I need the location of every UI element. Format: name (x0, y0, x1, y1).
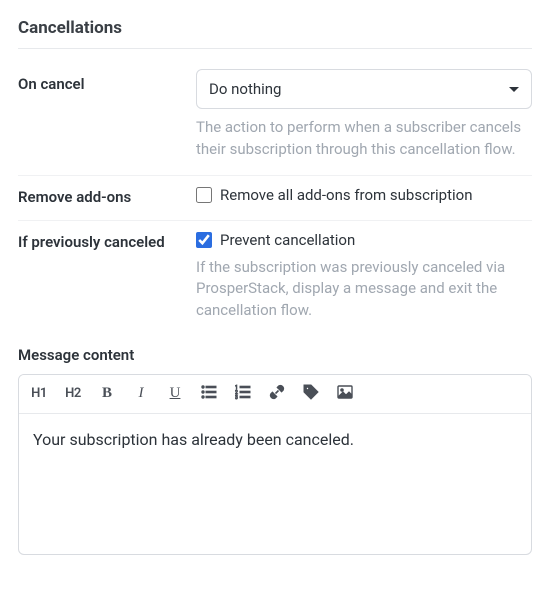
toolbar-italic-button[interactable]: I (131, 383, 151, 405)
toolbar-bold-button[interactable]: B (97, 383, 117, 405)
toolbar-tag-button[interactable] (301, 383, 321, 405)
remove-addons-checkbox-label[interactable]: Remove all add-ons from subscription (196, 182, 532, 204)
row-on-cancel: On cancel Do nothing The action to perfo… (18, 63, 532, 176)
prev-canceled-help: If the subscription was previously cance… (196, 257, 532, 322)
message-content-label: Message content (18, 346, 532, 364)
toolbar-bullet-list-button[interactable] (199, 383, 219, 405)
on-cancel-select-value: Do nothing (209, 80, 281, 98)
image-icon (337, 384, 353, 404)
ordered-list-icon: 123 (235, 384, 251, 404)
svg-text:3: 3 (235, 395, 238, 400)
toolbar-ordered-list-button[interactable]: 123 (233, 383, 253, 405)
prevent-cancel-checkbox[interactable] (196, 232, 212, 248)
toolbar-h2-button[interactable]: H2 (63, 383, 83, 405)
prev-canceled-label: If previously canceled (18, 227, 196, 251)
tag-icon (303, 384, 319, 404)
prevent-cancel-checkbox-text: Prevent cancellation (220, 231, 355, 249)
caret-down-icon (509, 87, 519, 92)
on-cancel-label: On cancel (18, 69, 196, 93)
divider (18, 48, 532, 49)
link-icon (269, 384, 285, 404)
toolbar-link-button[interactable] (267, 383, 287, 405)
toolbar-image-button[interactable] (335, 383, 355, 405)
on-cancel-help: The action to perform when a subscriber … (196, 117, 532, 161)
bullet-list-icon (201, 384, 217, 404)
editor-toolbar: H1 H2 B I U 123 (19, 375, 531, 414)
toolbar-underline-button[interactable]: U (165, 383, 185, 405)
message-editor: H1 H2 B I U 123 (18, 374, 532, 555)
remove-addons-checkbox-text: Remove all add-ons from subscription (220, 186, 473, 204)
remove-addons-label: Remove add-ons (18, 182, 196, 206)
on-cancel-select[interactable]: Do nothing (196, 69, 532, 109)
row-prev-canceled: If previously canceled Prevent cancellat… (18, 221, 532, 336)
section-title: Cancellations (18, 18, 532, 38)
prevent-cancel-checkbox-label[interactable]: Prevent cancellation (196, 227, 532, 249)
row-remove-addons: Remove add-ons Remove all add-ons from s… (18, 176, 532, 221)
toolbar-h1-button[interactable]: H1 (29, 383, 49, 405)
remove-addons-checkbox[interactable] (196, 187, 212, 203)
editor-body[interactable]: Your subscription has already been cance… (19, 414, 531, 554)
